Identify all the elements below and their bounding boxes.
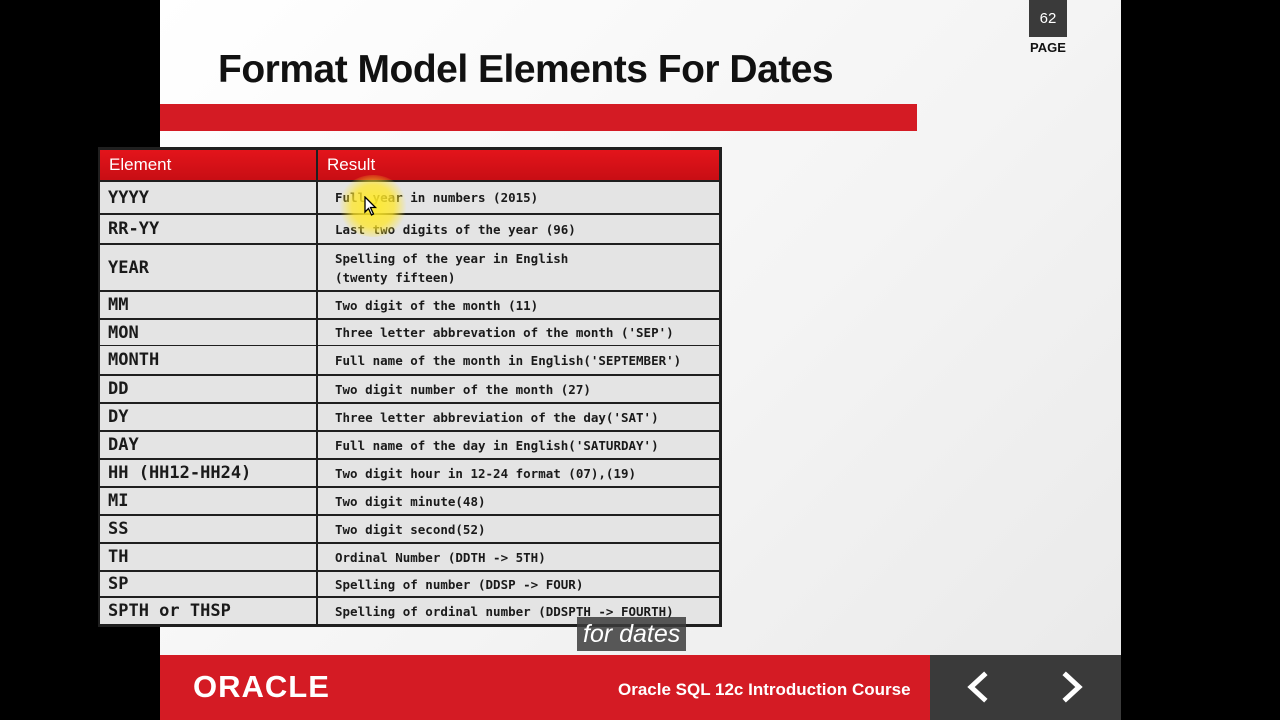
element-cell: SP bbox=[100, 572, 316, 596]
table-row: MI Two digit minute(48) bbox=[100, 488, 719, 514]
table-row: MONTH Full name of the month in English('… bbox=[100, 346, 719, 374]
element-cell: TH bbox=[100, 544, 316, 570]
table-row: DAY Full name of the day in English('SATU… bbox=[100, 432, 719, 458]
result-cell: Full name of the month in English('SEPTE… bbox=[318, 346, 719, 374]
result-cell: Three letter abbreviation of the day('SA… bbox=[318, 404, 719, 430]
element-cell: MI bbox=[100, 488, 316, 514]
navigation-controls bbox=[930, 655, 1121, 720]
chevron-right-icon[interactable] bbox=[1054, 669, 1090, 705]
result-cell: Two digit minute(48) bbox=[318, 488, 719, 514]
result-cell: Three letter abbrevation of the month ('… bbox=[318, 320, 719, 345]
header-element-label: Element bbox=[100, 150, 316, 180]
result-cell: Two digit second(52) bbox=[318, 516, 719, 542]
table-row: DY Three letter abbreviation of the day('… bbox=[100, 404, 719, 430]
element-cell: YYYY bbox=[100, 182, 316, 213]
table-row: YEAR Spelling of the year in English (twe… bbox=[100, 245, 719, 290]
result-cell: Spelling of the year in English (twenty … bbox=[318, 245, 719, 290]
result-cell: Spelling of number (DDSP -> FOUR) bbox=[318, 572, 719, 596]
result-cell: Ordinal Number (DDTH -> 5TH) bbox=[318, 544, 719, 570]
page-number-badge: 62 bbox=[1029, 0, 1067, 37]
table-row: SP Spelling of number (DDSP -> FOUR) bbox=[100, 572, 719, 596]
chevron-left-icon[interactable] bbox=[960, 669, 996, 705]
table-row: SS Two digit second(52) bbox=[100, 516, 719, 542]
element-cell: DD bbox=[100, 376, 316, 402]
table-row: TH Ordinal Number (DDTH -> 5TH) bbox=[100, 544, 719, 570]
element-cell: SS bbox=[100, 516, 316, 542]
element-cell: RR-YY bbox=[100, 215, 316, 243]
slide-title: Format Model Elements For Dates bbox=[218, 48, 834, 91]
element-cell: HH (HH12-HH24) bbox=[100, 460, 316, 486]
video-caption: for dates bbox=[577, 617, 687, 651]
table-row: HH (HH12-HH24) Two digit hour in 12-24 fo… bbox=[100, 460, 719, 486]
table-row: MM Two digit of the month (11) bbox=[100, 292, 719, 318]
table-row: MON Three letter abbrevation of the month… bbox=[100, 320, 719, 345]
element-cell: MM bbox=[100, 292, 316, 318]
element-cell: MON bbox=[100, 320, 316, 345]
table-row: RR-YY Last two digits of the year (96) bbox=[100, 215, 719, 243]
oracle-logo: ORACLE bbox=[193, 669, 330, 704]
result-cell: Two digit hour in 12-24 format (07),(19) bbox=[318, 460, 719, 486]
mouse-cursor-icon bbox=[364, 196, 378, 216]
course-title: Oracle SQL 12c Introduction Course bbox=[618, 680, 911, 699]
table-row: DD Two digit number of the month (27) bbox=[100, 376, 719, 402]
table-header-element: Element bbox=[100, 150, 316, 180]
element-cell: SPTH or THSP bbox=[100, 598, 316, 624]
title-accent-bar bbox=[160, 104, 917, 131]
page-label: PAGE bbox=[1030, 40, 1066, 55]
footer-bar: ORACLE Oracle SQL 12c Introduction Cours… bbox=[160, 655, 930, 720]
result-cell: Full name of the day in English('SATURDA… bbox=[318, 432, 719, 458]
table-row: YYYY Full year in numbers (2015) bbox=[100, 182, 719, 213]
result-cell: Two digit of the month (11) bbox=[318, 292, 719, 318]
element-cell: YEAR bbox=[100, 245, 316, 290]
element-cell: DY bbox=[100, 404, 316, 430]
element-cell: MONTH bbox=[100, 346, 316, 374]
element-cell: DAY bbox=[100, 432, 316, 458]
result-cell: Two digit number of the month (27) bbox=[318, 376, 719, 402]
